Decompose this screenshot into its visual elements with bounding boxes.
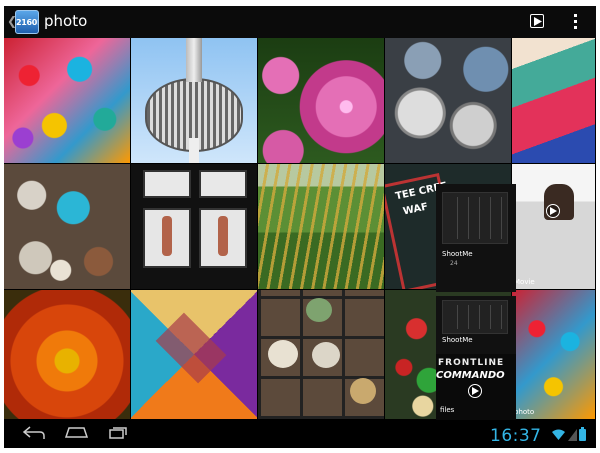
photo-tile-quilt[interactable] [131, 290, 258, 420]
album-shootme-2[interactable]: ShootMe [436, 296, 516, 354]
tablet-screen: ❮ 2160P photo [4, 6, 596, 448]
photo-tile-beads[interactable] [4, 38, 131, 164]
system-nav-bar: 16:37 [4, 420, 596, 448]
photo-tile-pink-flowers[interactable] [258, 38, 385, 164]
overflow-dot [574, 20, 577, 23]
album-thumbnail [442, 300, 508, 334]
game-title-line2: COMMANDO [436, 370, 505, 381]
app-icon-label: 2160P [16, 18, 38, 27]
photo-tile-yarn[interactable] [512, 38, 596, 164]
photo-tile-framed-figures[interactable] [131, 164, 258, 290]
wifi-icon [552, 429, 565, 440]
app-icon[interactable]: 2160P [15, 10, 39, 34]
home-icon[interactable] [65, 427, 88, 438]
recent-apps-icon[interactable] [109, 427, 127, 439]
album-count: 24 [450, 260, 458, 267]
overflow-menu-button[interactable] [573, 14, 579, 30]
photo-tile-tower[interactable] [131, 38, 258, 164]
album-name: files [440, 406, 455, 414]
overflow-dot [574, 26, 577, 29]
back-icon[interactable] [22, 426, 46, 440]
album-thumbnail [442, 192, 508, 244]
slideshow-icon [534, 17, 542, 26]
album-name: ShootMe [442, 250, 473, 258]
photo-tile-orange-flower[interactable] [4, 290, 131, 420]
play-icon [468, 384, 482, 398]
album-shootme[interactable]: ShootMe 24 [436, 184, 516, 292]
game-title-line1: FRONTLINE [438, 358, 505, 368]
photo-tile-teapots[interactable] [258, 290, 385, 420]
photo-tile-stone-beads[interactable] [4, 164, 131, 290]
action-bar: ❮ 2160P photo [4, 6, 596, 38]
battery-icon [579, 427, 586, 441]
album-strip: ShootMe 24 ShootMe FRONTLINE COMMANDO fi… [436, 184, 596, 420]
photo-tile-stone-coins[interactable] [385, 38, 512, 164]
photo-tile-rice-field[interactable] [258, 164, 385, 290]
slideshow-button[interactable] [530, 14, 544, 28]
page-title: photo [44, 12, 88, 30]
overflow-dot [574, 14, 577, 17]
signal-icon [568, 429, 577, 441]
album-name: ShootMe [442, 336, 473, 344]
album-frontline-commando[interactable]: FRONTLINE COMMANDO files [436, 354, 516, 420]
clock: 16:37 [490, 426, 542, 446]
